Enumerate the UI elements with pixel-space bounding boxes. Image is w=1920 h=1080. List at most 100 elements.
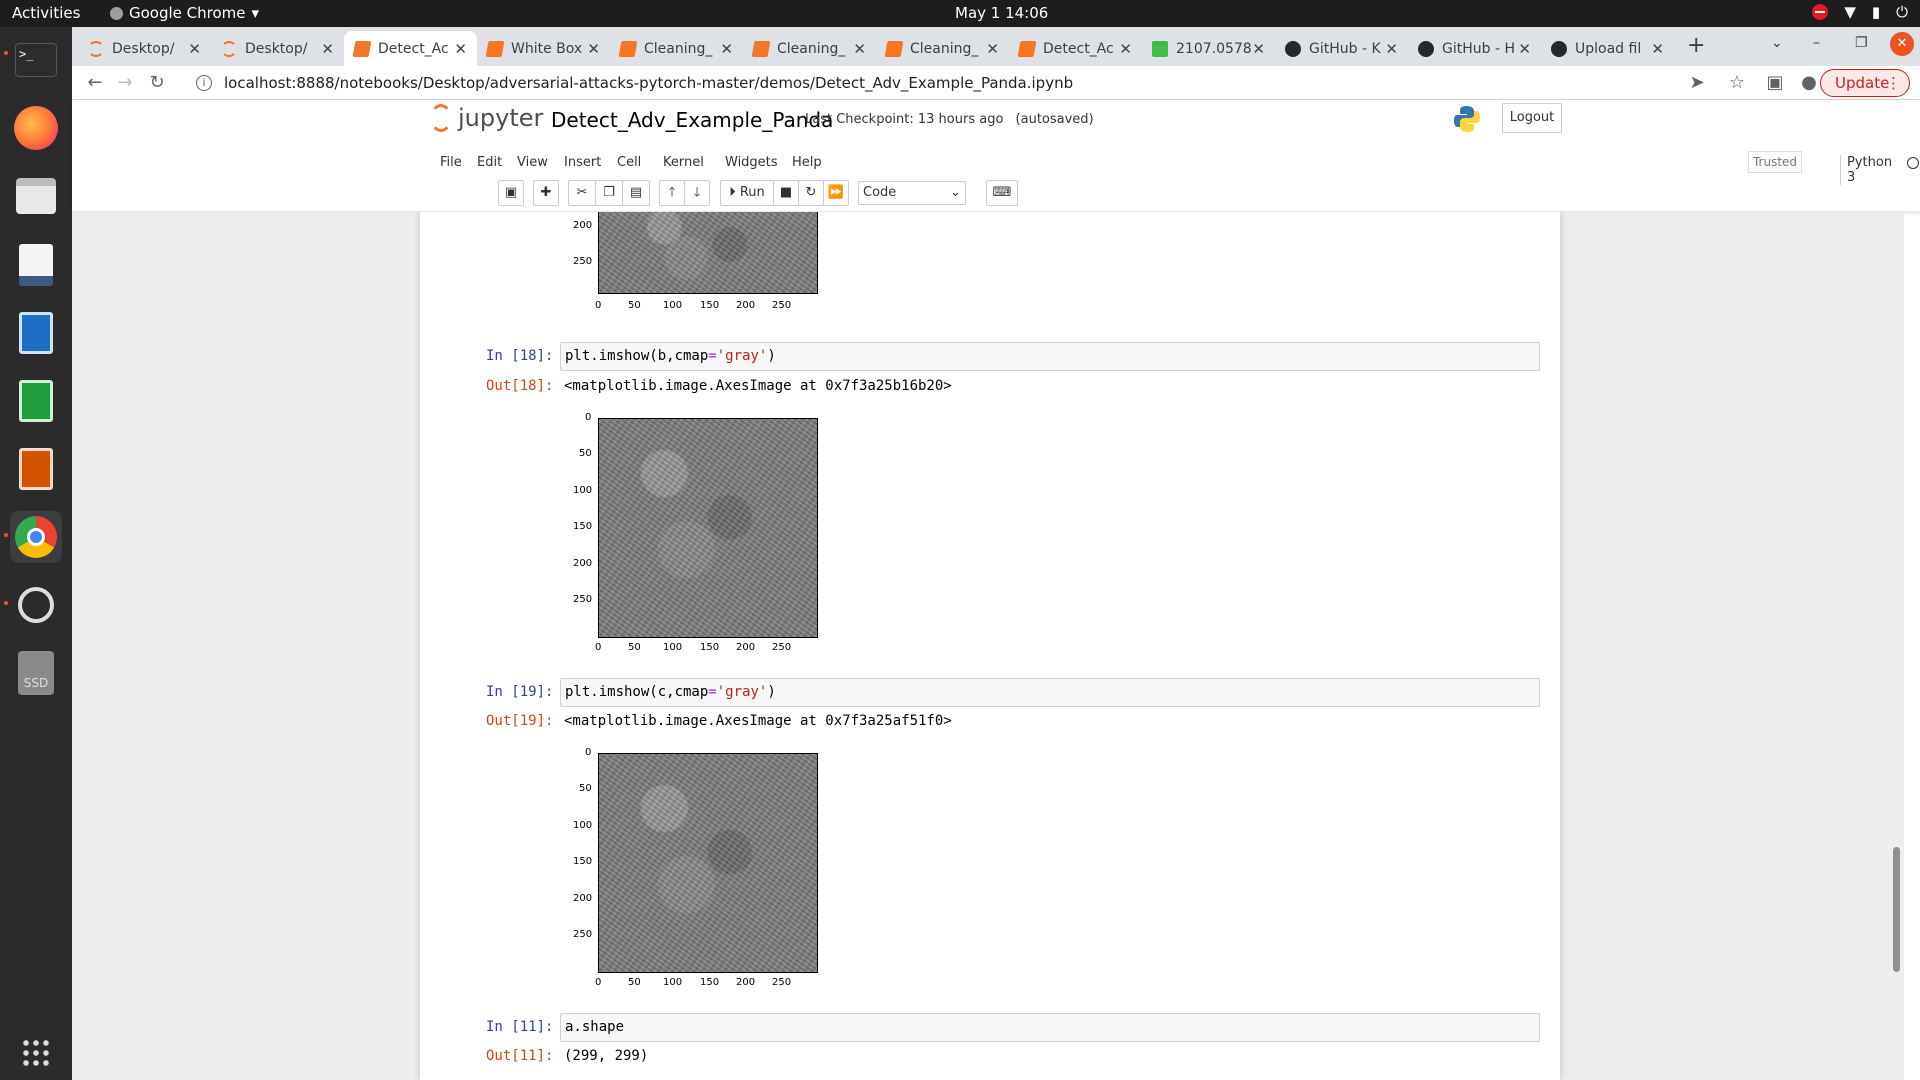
menu-cell[interactable]: Cell — [617, 155, 641, 170]
close-icon[interactable]: ✕ — [1518, 40, 1531, 58]
browser-tab[interactable]: Cleaning_ ✕ — [610, 31, 743, 66]
profile-icon[interactable]: ● — [1796, 70, 1822, 96]
github-icon — [1551, 40, 1567, 57]
plot-image — [598, 212, 818, 294]
interrupt-stop-icon[interactable]: ■ — [773, 180, 799, 206]
firefox-app[interactable] — [10, 102, 62, 154]
firefox-icon — [14, 106, 58, 150]
jupyter-logo[interactable]: jupyter — [430, 104, 543, 132]
plot-image — [598, 418, 818, 638]
browser-tab[interactable]: White Box ✕ — [477, 31, 610, 66]
y-tick: 0 — [585, 412, 592, 423]
activities-button[interactable]: Activities — [12, 4, 80, 22]
browser-tab[interactable]: Cleaning_ ✕ — [876, 31, 1009, 66]
writer-app[interactable] — [10, 307, 62, 359]
code-cell-input[interactable]: plt.imshow(b,cmap='gray') — [560, 342, 1540, 371]
window-close-icon[interactable]: ✕ — [1890, 32, 1914, 56]
browser-tab[interactable]: Detect_Ac ✕ — [344, 31, 477, 66]
code-cell-input[interactable]: a.shape — [560, 1013, 1540, 1042]
system-tray[interactable]: ▼ ▮ ⏻ — [1812, 3, 1908, 21]
menu-edit[interactable]: Edit — [477, 155, 502, 170]
bookmark-star-icon[interactable]: ☆ — [1724, 70, 1750, 96]
close-icon[interactable]: ✕ — [720, 40, 733, 58]
kernel-name[interactable]: Python 3 — [1840, 155, 1892, 185]
browser-tab[interactable]: Desktop/ ✕ — [211, 31, 344, 66]
menu-kernel[interactable]: Kernel — [663, 155, 704, 170]
address-bar[interactable]: i localhost:8888/notebooks/Desktop/adver… — [182, 68, 1802, 98]
browser-tab[interactable]: Detect_Ac ✕ — [1009, 31, 1142, 66]
menu-insert[interactable]: Insert — [564, 155, 601, 170]
menu-widgets[interactable]: Widgets — [725, 155, 778, 170]
minimize-icon[interactable]: – — [1813, 35, 1820, 51]
forward-arrow-icon[interactable]: → — [112, 70, 138, 96]
browser-tab[interactable]: Cleaning_ ✕ — [743, 31, 876, 66]
update-button[interactable]: Update ⋮ — [1820, 69, 1910, 97]
side-panel-icon[interactable]: ▣ — [1762, 70, 1788, 96]
calc-app[interactable] — [10, 375, 62, 427]
x-tick: 150 — [700, 977, 720, 988]
close-icon[interactable]: ✕ — [454, 40, 467, 58]
files-icon — [16, 178, 56, 214]
tab-label: Cleaning_ — [777, 40, 846, 57]
browser-tab[interactable]: GitHub - K ✕ — [1275, 31, 1408, 66]
menu-view[interactable]: View — [517, 155, 548, 170]
close-icon[interactable]: ✕ — [587, 40, 600, 58]
x-tick: 150 — [700, 300, 720, 311]
browser-tab[interactable]: GitHub - H ✕ — [1408, 31, 1541, 66]
restore-icon[interactable]: ❐ — [1855, 35, 1868, 51]
cut-icon[interactable]: ✂ — [568, 180, 596, 206]
close-icon[interactable]: ✕ — [1252, 40, 1265, 58]
browser-tab[interactable]: 2107.0578 ✕ — [1142, 31, 1275, 66]
logout-button[interactable]: Logout — [1502, 103, 1562, 133]
menu-file[interactable]: File — [440, 155, 462, 170]
notebook-name[interactable]: Detect_Adv_Example_Panda — [551, 108, 833, 132]
keyboard-icon[interactable]: ⌨ — [986, 180, 1018, 206]
reload-icon[interactable]: ↻ — [144, 70, 170, 96]
tab-label: GitHub - K — [1309, 40, 1381, 57]
close-icon[interactable]: ✕ — [321, 40, 334, 58]
insert-cell-plus-icon[interactable]: ✚ — [533, 180, 559, 206]
scrollbar-thumb[interactable] — [1893, 847, 1900, 972]
close-icon[interactable]: ✕ — [188, 40, 201, 58]
notebook-scroll-area[interactable]: 200 250 0 50 100 150 200 250 In [18]: pl… — [72, 212, 1904, 1080]
browser-tab[interactable]: Desktop/ ✕ — [78, 31, 211, 66]
new-tab-plus-icon[interactable]: + — [1687, 33, 1705, 58]
save-icon[interactable]: ▣ — [498, 180, 524, 206]
back-arrow-icon[interactable]: ← — [82, 70, 108, 96]
impress-app[interactable] — [10, 443, 62, 495]
browser-tab[interactable]: Upload fil ✕ — [1541, 31, 1674, 66]
paste-icon[interactable]: ▤ — [622, 180, 650, 206]
cell-type-select[interactable]: Code ⌄ — [858, 181, 966, 205]
ssd-drive[interactable]: SSD — [10, 647, 62, 699]
chrome-app[interactable] — [10, 511, 62, 563]
code-cell-input[interactable]: plt.imshow(c,cmap='gray') — [560, 678, 1540, 707]
close-icon[interactable]: ✕ — [986, 40, 999, 58]
move-down-arrow-icon[interactable]: 🡓 — [684, 180, 710, 206]
jupyter-logo-text: jupyter — [458, 104, 544, 132]
terminal-app[interactable]: >_ — [10, 34, 62, 86]
page-scrollbar[interactable] — [1888, 212, 1904, 1080]
autosaved-text: (autosaved) — [1015, 112, 1094, 127]
move-up-arrow-icon[interactable]: 🡑 — [659, 180, 685, 206]
restart-icon[interactable]: ↻ — [798, 180, 824, 206]
show-applications-button[interactable] — [10, 1027, 62, 1079]
close-icon[interactable]: ✕ — [1651, 40, 1664, 58]
copy-icon[interactable]: ❐ — [595, 180, 623, 206]
tab-search-chevron-icon[interactable]: ⌄ — [1771, 35, 1783, 51]
menu-help[interactable]: Help — [792, 155, 822, 170]
run-button[interactable]: ⏵ Run — [720, 180, 774, 206]
clock[interactable]: May 1 14:06 — [955, 4, 1048, 22]
fast-forward-icon[interactable]: ⏩ — [823, 180, 849, 206]
jupyter-book-icon — [751, 40, 771, 57]
x-tick: 250 — [772, 300, 792, 311]
trusted-indicator[interactable]: Trusted — [1748, 151, 1802, 173]
app-menu[interactable]: Google Chrome ▾ — [110, 4, 259, 22]
close-icon[interactable]: ✕ — [1119, 40, 1132, 58]
close-icon[interactable]: ✕ — [1385, 40, 1398, 58]
close-icon[interactable]: ✕ — [853, 40, 866, 58]
image-viewer-app[interactable] — [10, 579, 62, 631]
document-viewer-app[interactable] — [10, 239, 62, 291]
send-icon[interactable]: ➤ — [1684, 70, 1710, 96]
files-app[interactable] — [10, 170, 62, 222]
info-icon[interactable]: i — [196, 75, 212, 91]
